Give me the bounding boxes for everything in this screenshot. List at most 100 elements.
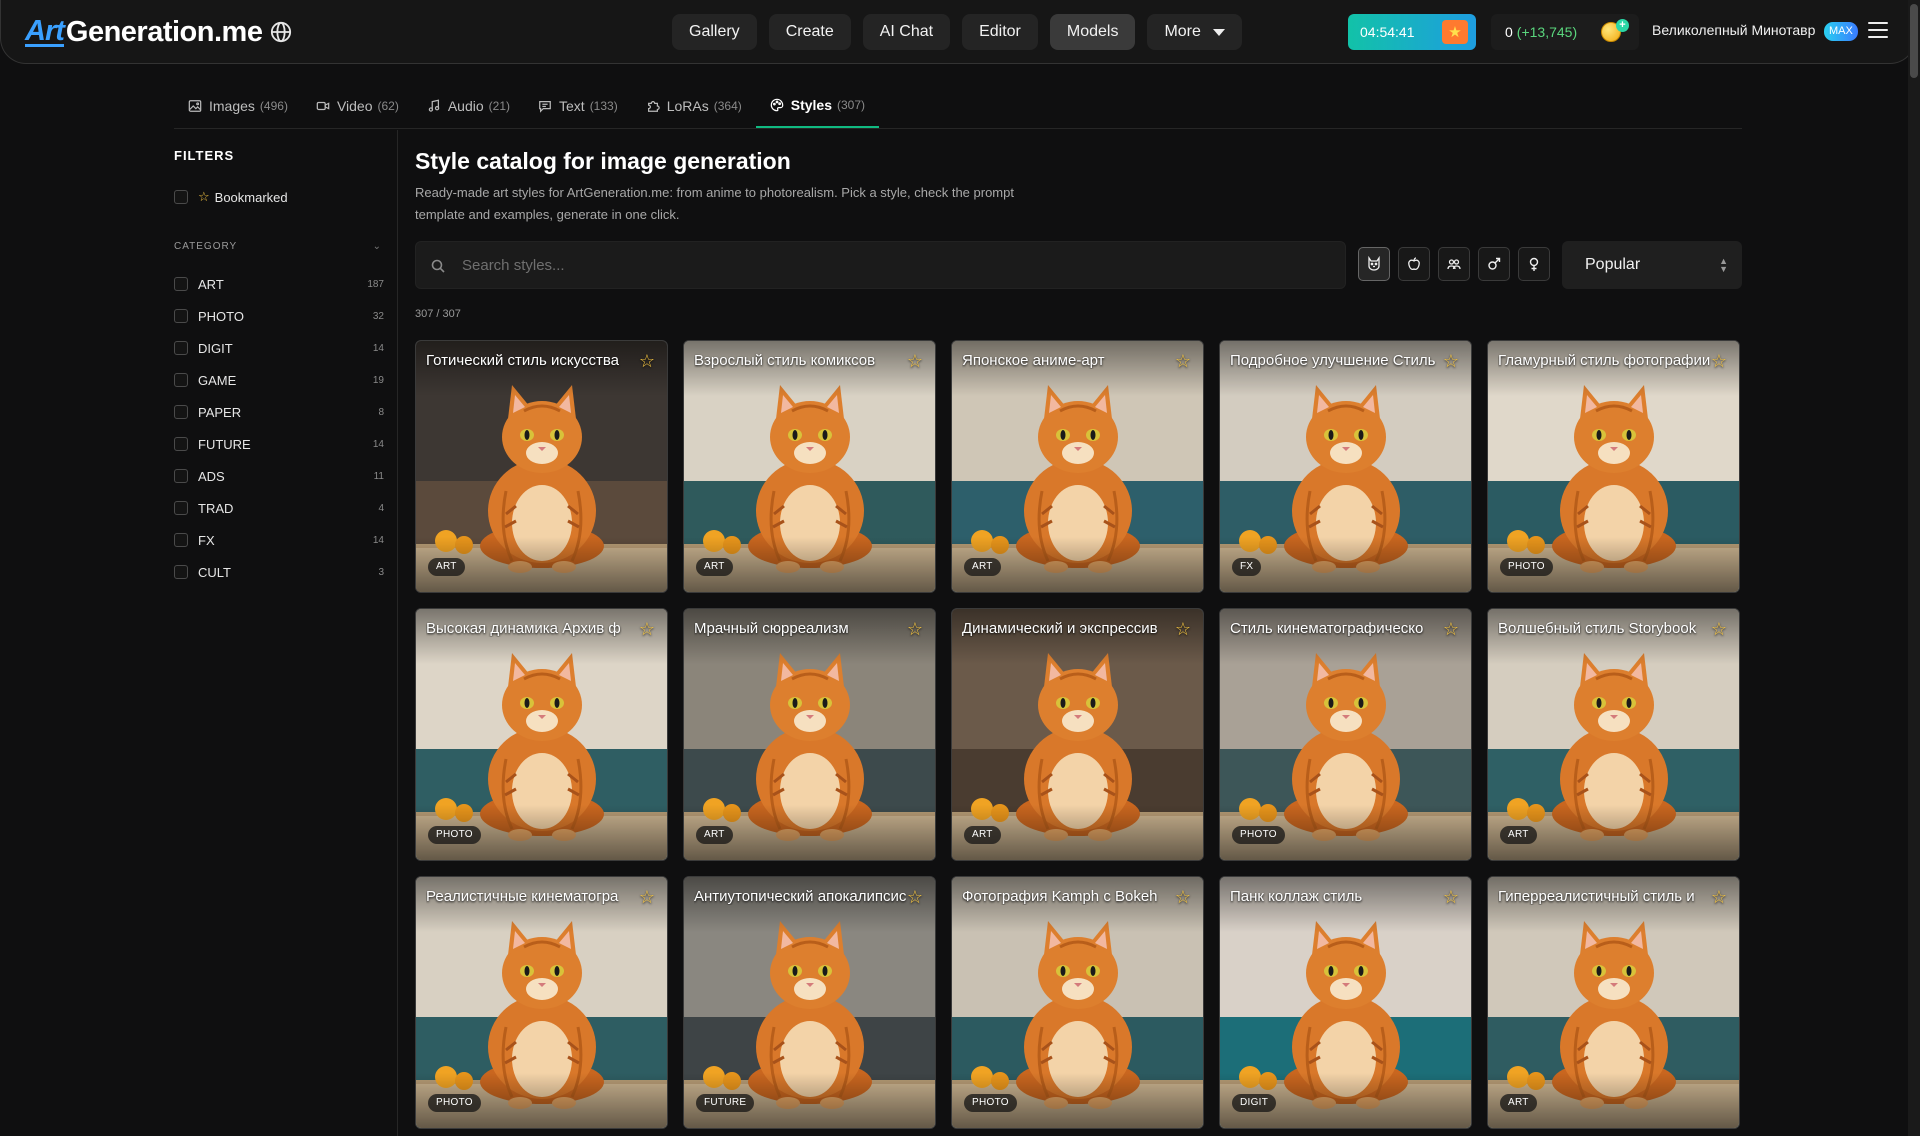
- chevron-down-icon[interactable]: ⌄: [373, 241, 382, 252]
- bookmark-star-icon[interactable]: ☆: [1175, 619, 1191, 640]
- bookmark-star-icon[interactable]: ☆: [1443, 351, 1459, 372]
- category-tag: PHOTO: [428, 1094, 481, 1112]
- filters-sidebar: FILTERS ☆ Bookmarked CATEGORY ⌄ ART 187 PH…: [174, 130, 398, 1136]
- tab-video[interactable]: Video (62): [302, 84, 413, 128]
- bookmarked-filter[interactable]: ☆ Bookmarked: [174, 189, 288, 205]
- site-logo[interactable]: Art Generation.me: [25, 14, 292, 50]
- filter-people-button[interactable]: [1438, 247, 1470, 281]
- category-checkbox[interactable]: [174, 405, 188, 419]
- bookmark-star-icon[interactable]: ☆: [1443, 619, 1459, 640]
- tab-loras[interactable]: LoRAs (364): [632, 84, 756, 128]
- menu-icon[interactable]: [1868, 22, 1888, 40]
- bookmark-star-icon[interactable]: ☆: [907, 887, 923, 908]
- bookmark-star-icon[interactable]: ☆: [639, 351, 655, 372]
- style-title: Стиль кинематографическо: [1230, 620, 1424, 637]
- bookmark-star-icon[interactable]: ☆: [639, 887, 655, 908]
- bookmark-star-icon[interactable]: ☆: [1443, 887, 1459, 908]
- nav-create[interactable]: Create: [768, 14, 851, 50]
- style-card[interactable]: Фотография Kamph с Bokeh ☆ PHOTO: [951, 876, 1204, 1129]
- nav-models[interactable]: Models: [1049, 14, 1136, 50]
- category-checkbox[interactable]: [174, 533, 188, 547]
- filter-animals-button[interactable]: [1358, 247, 1390, 281]
- filter-food-button[interactable]: [1398, 247, 1430, 281]
- nav-gallery[interactable]: Gallery: [672, 14, 757, 50]
- nav-ai-chat[interactable]: AI Chat: [862, 14, 951, 50]
- filter-female-button[interactable]: [1518, 247, 1550, 281]
- bookmark-star-icon[interactable]: ☆: [1175, 887, 1191, 908]
- category-checkbox[interactable]: [174, 469, 188, 483]
- category-item-digit[interactable]: DIGIT 14: [174, 332, 384, 364]
- category-item-cult[interactable]: CULT 3: [174, 556, 384, 588]
- tab-audio[interactable]: Audio (21): [413, 84, 524, 128]
- search-input[interactable]: [462, 242, 1322, 288]
- style-card[interactable]: Мрачный сюрреализм ☆ ART: [683, 608, 936, 861]
- bookmark-star-icon[interactable]: ☆: [907, 619, 923, 640]
- filter-male-button[interactable]: [1478, 247, 1510, 281]
- category-list: ART 187 PHOTO 32 DIGIT 14 GAME 19 PAPER 8 FUTURE 14…: [174, 268, 384, 588]
- add-credits-icon[interactable]: +: [1616, 19, 1629, 32]
- scrollbar-thumb[interactable]: [1910, 4, 1918, 78]
- tab-count: (307): [837, 98, 866, 112]
- tab-text[interactable]: Text (133): [524, 84, 632, 128]
- category-label: PAPER: [198, 404, 242, 420]
- style-card[interactable]: Взрослый стиль комиксов ☆ ART: [683, 340, 936, 593]
- bookmarked-checkbox[interactable]: [174, 190, 188, 204]
- style-card[interactable]: Антиутопический апокалипсис ☆ FUTURE: [683, 876, 936, 1129]
- nav-editor[interactable]: Editor: [962, 14, 1038, 50]
- style-title: Гламурный стиль фотографии: [1498, 352, 1711, 369]
- category-heading[interactable]: CATEGORY ⌄: [174, 241, 382, 252]
- category-checkbox[interactable]: [174, 437, 188, 451]
- style-card[interactable]: Динамический и экспрессив ☆ ART: [951, 608, 1204, 861]
- nav-label: Gallery: [689, 23, 740, 40]
- username[interactable]: Великолепный Минотавр: [1652, 22, 1815, 38]
- category-label: FX: [198, 532, 215, 548]
- category-label: ART: [198, 276, 224, 292]
- tab-styles[interactable]: Styles (307): [755, 84, 880, 128]
- tab-images[interactable]: Images (496): [174, 84, 302, 128]
- category-checkbox[interactable]: [174, 341, 188, 355]
- style-title: Мрачный сюрреализм: [694, 620, 849, 637]
- style-card[interactable]: Японское аниме-арт ☆ ART: [951, 340, 1204, 593]
- category-item-photo[interactable]: PHOTO 32: [174, 300, 384, 332]
- style-card[interactable]: Волшебный стиль Storybook ☆ ART: [1487, 608, 1740, 861]
- category-item-future[interactable]: FUTURE 14: [174, 428, 384, 460]
- category-item-art[interactable]: ART 187: [174, 268, 384, 300]
- bookmark-star-icon[interactable]: ☆: [1711, 619, 1727, 640]
- category-count: 19: [372, 374, 384, 386]
- style-card[interactable]: Высокая динамика Архив ф ☆ PHOTO: [415, 608, 668, 861]
- category-item-fx[interactable]: FX 14: [174, 524, 384, 556]
- card-overlay: [1220, 877, 1471, 1128]
- bookmark-star-icon[interactable]: ☆: [1175, 351, 1191, 372]
- bookmark-star-icon[interactable]: ☆: [907, 351, 923, 372]
- credits-balance[interactable]: 0 (+13,745) +: [1491, 14, 1639, 50]
- nav-more[interactable]: More: [1147, 14, 1242, 50]
- style-card[interactable]: Готический стиль искусства ☆ ART: [415, 340, 668, 593]
- style-card[interactable]: Реалистичные кинематогра ☆ PHOTO: [415, 876, 668, 1129]
- category-checkbox[interactable]: [174, 373, 188, 387]
- logo-name-text: Generation.me: [65, 15, 263, 48]
- category-item-game[interactable]: GAME 19: [174, 364, 384, 396]
- category-item-ads[interactable]: ADS 11: [174, 460, 384, 492]
- sort-select[interactable]: Popular ▲ ▼: [1562, 241, 1742, 289]
- bookmark-star-icon[interactable]: ☆: [639, 619, 655, 640]
- style-title: Динамический и экспрессив: [962, 620, 1158, 637]
- category-checkbox[interactable]: [174, 501, 188, 515]
- style-card[interactable]: Панк коллаж стиль ☆ DIGIT: [1219, 876, 1472, 1129]
- category-checkbox[interactable]: [174, 309, 188, 323]
- nav-label: Editor: [979, 23, 1021, 40]
- category-item-trad[interactable]: TRAD 4: [174, 492, 384, 524]
- globe-icon[interactable]: [270, 21, 292, 43]
- style-card[interactable]: Подробное улучшение Стиль ☆ FX: [1219, 340, 1472, 593]
- credits-value: 0: [1505, 24, 1513, 40]
- category-checkbox[interactable]: [174, 277, 188, 291]
- style-card[interactable]: Стиль кинематографическо ☆ PHOTO: [1219, 608, 1472, 861]
- page-scrollbar[interactable]: [1908, 0, 1920, 1136]
- category-checkbox[interactable]: [174, 565, 188, 579]
- promo-timer[interactable]: 04:54:41 ★: [1348, 14, 1476, 50]
- chevron-down-icon: [1212, 28, 1225, 36]
- style-card[interactable]: Гиперреалистичный стиль и ☆ ART: [1487, 876, 1740, 1129]
- bookmark-star-icon[interactable]: ☆: [1711, 887, 1727, 908]
- category-item-paper[interactable]: PAPER 8: [174, 396, 384, 428]
- bookmark-star-icon[interactable]: ☆: [1711, 351, 1727, 372]
- style-card[interactable]: Гламурный стиль фотографии ☆ PHOTO: [1487, 340, 1740, 593]
